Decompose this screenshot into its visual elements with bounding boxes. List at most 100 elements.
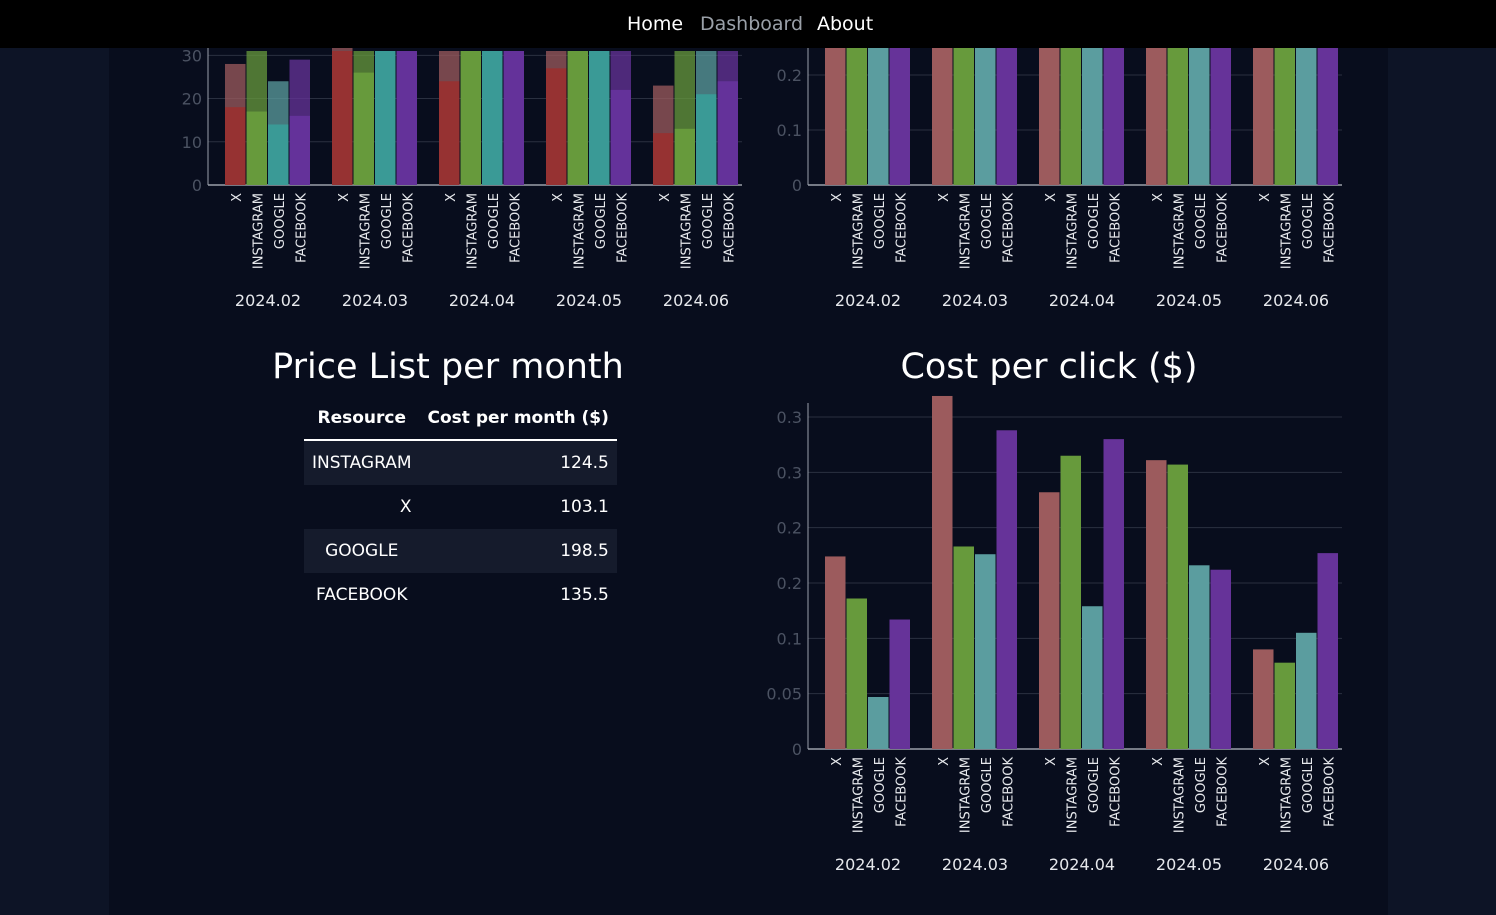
month-label: 2024.02 <box>835 291 901 310</box>
bar-google <box>975 554 996 749</box>
bar-facebook <box>1317 553 1338 749</box>
x-tick-label: X <box>230 193 245 202</box>
x-tick-label: FACEBOOK <box>508 193 523 263</box>
x-tick-label: INSTAGRAM <box>1279 757 1294 833</box>
bar-facebook <box>1317 48 1338 185</box>
bar-x <box>932 48 953 185</box>
bar-base-facebook <box>610 89 631 185</box>
x-tick-label: X <box>1151 193 1166 202</box>
cost-column-header: Cost per month ($) <box>419 397 617 441</box>
bar-facebook <box>889 48 910 185</box>
table-row: FACEBOOK 135.5 <box>304 573 617 617</box>
month-label: 2024.06 <box>1263 291 1329 310</box>
bar-base-instagram <box>674 128 695 185</box>
x-tick-label: INSTAGRAM <box>958 193 973 269</box>
nav-about-link[interactable]: About <box>817 12 873 36</box>
x-tick-label: FACEBOOK <box>1215 757 1230 827</box>
resource-cell: GOOGLE <box>325 541 399 561</box>
x-tick-label: FACEBOOK <box>615 193 630 263</box>
y-tick-label: 0 <box>792 740 802 759</box>
x-tick-label: FACEBOOK <box>894 193 909 263</box>
x-tick-label: FACEBOOK <box>294 193 309 263</box>
bar-base-facebook <box>289 115 310 185</box>
bar-base-instagram <box>246 111 267 185</box>
x-tick-label: GOOGLE <box>1194 193 1209 249</box>
x-tick-label: FACEBOOK <box>1108 193 1123 263</box>
price-list-table: Resource Cost per month ($) INSTAGRAM 12… <box>304 397 617 617</box>
x-tick-label: INSTAGRAM <box>1065 193 1080 269</box>
table-row: X 103.1 <box>304 485 617 529</box>
month-label: 2024.03 <box>942 291 1008 310</box>
x-tick-label: FACEBOOK <box>1322 757 1337 827</box>
y-tick-label: 0.1 <box>777 121 802 140</box>
x-tick-label: GOOGLE <box>701 193 716 249</box>
x-tick-label: INSTAGRAM <box>358 193 373 269</box>
price-table-header-row: Resource Cost per month ($) <box>304 397 617 441</box>
x-tick-label: GOOGLE <box>1087 193 1102 249</box>
cost-per-click-title: Cost per click ($) <box>900 347 1198 387</box>
x-tick-label: GOOGLE <box>1087 757 1102 813</box>
x-tick-label: X <box>830 757 845 766</box>
bar-google <box>975 48 996 185</box>
x-tick-label: X <box>551 193 566 202</box>
bar-base-facebook <box>717 81 738 185</box>
bar-x <box>1146 460 1167 749</box>
bar-base-google <box>589 51 610 185</box>
bar-google <box>1082 48 1103 185</box>
x-tick-label: FACEBOOK <box>722 193 737 263</box>
price-list-title: Price List per month <box>272 347 624 387</box>
y-tick-label: 10 <box>182 133 202 152</box>
cost-cell: 198.5 <box>560 541 609 561</box>
bar-instagram <box>1060 48 1081 185</box>
y-tick-label: 0.3 <box>777 408 802 427</box>
bar-instagram <box>1167 464 1188 749</box>
bar-google <box>868 696 889 749</box>
x-tick-label: INSTAGRAM <box>851 757 866 833</box>
bar-base-x <box>546 68 567 185</box>
x-tick-label: X <box>937 757 952 766</box>
x-tick-label: GOOGLE <box>1194 757 1209 813</box>
bar-google <box>1189 48 1210 185</box>
bar-google <box>1082 606 1103 749</box>
resource-cell: FACEBOOK <box>316 585 408 605</box>
x-tick-label: X <box>1258 757 1273 766</box>
bar-facebook <box>889 619 910 749</box>
nav-dashboard-link[interactable]: Dashboard <box>700 12 803 36</box>
x-tick-label: INSTAGRAM <box>679 193 694 269</box>
resource-column-header: Resource <box>304 397 420 441</box>
bar-google <box>1296 48 1317 185</box>
bar-x <box>825 556 846 749</box>
y-tick-label: 0.2 <box>777 519 802 538</box>
bar-x <box>1039 492 1060 749</box>
bar-base-google <box>482 51 503 185</box>
top-right-bar-chart: 00.10.2X INSTAGRAM GOOGLE FACEBOOK2024.02X I… <box>777 48 1342 310</box>
x-tick-label: INSTAGRAM <box>1065 757 1080 833</box>
month-label: 2024.06 <box>1263 855 1329 874</box>
x-tick-label: FACEBOOK <box>1001 193 1016 263</box>
x-tick-label: X <box>337 193 352 202</box>
navbar: Home Dashboard About <box>0 0 1496 48</box>
bar-instagram <box>846 598 867 749</box>
bar-base-x <box>653 133 674 185</box>
bar-instagram <box>1274 662 1295 749</box>
month-label: 2024.04 <box>449 291 515 310</box>
bar-base-x <box>439 81 460 185</box>
x-tick-label: INSTAGRAM <box>1172 193 1187 269</box>
month-label: 2024.03 <box>942 855 1008 874</box>
top-left-bar-chart: 0102030X INSTAGRAM GOOGLE FACEBOOK2024.02X I… <box>182 48 742 310</box>
x-tick-label: FACEBOOK <box>1215 193 1230 263</box>
bar-base-instagram <box>460 51 481 185</box>
y-tick-label: 20 <box>182 90 202 109</box>
x-tick-label: FACEBOOK <box>401 193 416 263</box>
bar-instagram <box>1060 455 1081 749</box>
month-label: 2024.03 <box>342 291 408 310</box>
x-tick-label: GOOGLE <box>980 757 995 813</box>
y-tick-label: 0 <box>192 176 202 195</box>
bar-base-instagram <box>353 72 374 185</box>
x-tick-label: FACEBOOK <box>894 757 909 827</box>
bar-x <box>1039 48 1060 185</box>
month-label: 2024.06 <box>663 291 729 310</box>
bar-base-google <box>375 51 396 185</box>
x-tick-label: INSTAGRAM <box>1172 757 1187 833</box>
nav-home-link[interactable]: Home <box>627 12 683 36</box>
